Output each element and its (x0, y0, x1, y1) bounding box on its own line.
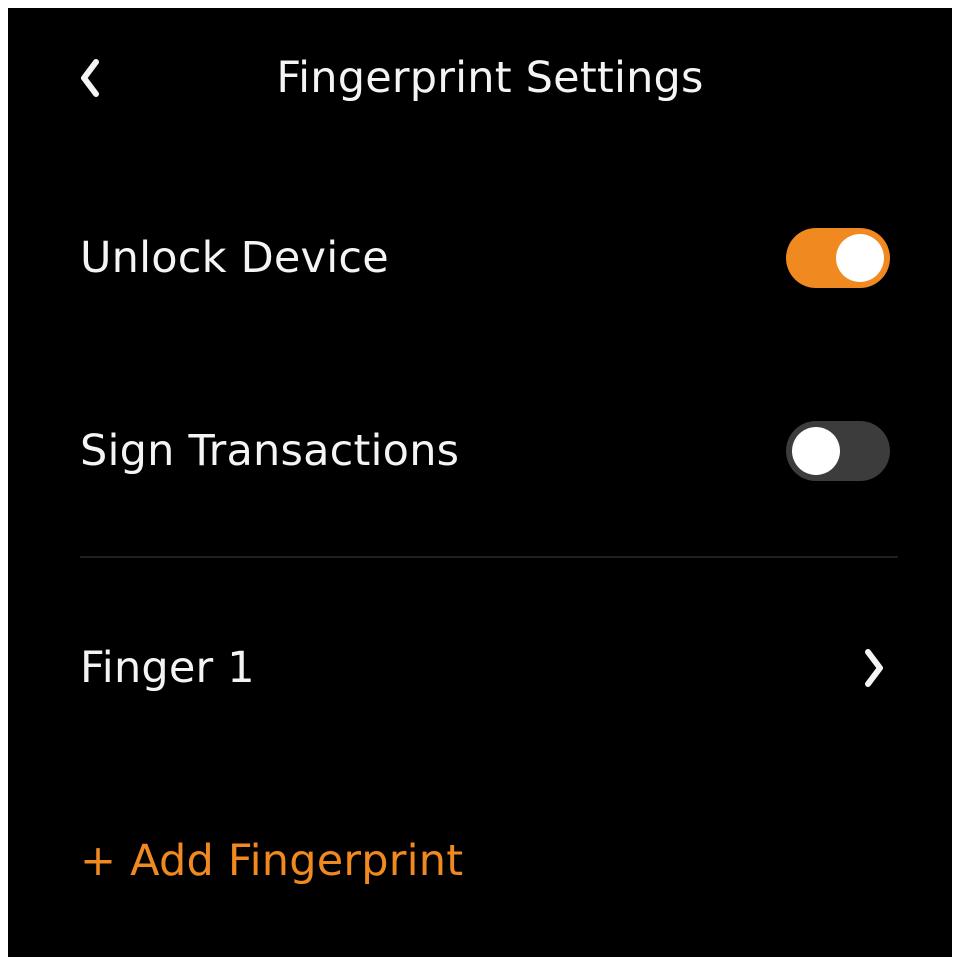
sign-transactions-toggle[interactable] (786, 421, 890, 481)
chevron-left-icon (81, 59, 99, 97)
toggle-knob (792, 427, 840, 475)
page-title: Fingerprint Settings (276, 53, 704, 103)
divider (80, 556, 898, 558)
sign-transactions-row: Sign Transactions (80, 406, 890, 496)
add-fingerprint-button[interactable]: + Add Fingerprint (80, 816, 463, 906)
fingerprint-settings-screen: Fingerprint Settings Unlock Device Sign … (8, 8, 952, 957)
unlock-device-toggle[interactable] (786, 228, 890, 288)
toggle-knob (836, 234, 884, 282)
sign-transactions-label: Sign Transactions (80, 426, 460, 476)
unlock-device-label: Unlock Device (80, 233, 389, 283)
finger-1-label: Finger 1 (80, 643, 255, 693)
finger-1-row[interactable]: Finger 1 (80, 623, 890, 713)
unlock-device-row: Unlock Device (80, 213, 890, 303)
back-button[interactable] (64, 52, 116, 104)
chevron-right-icon (854, 642, 894, 694)
header: Fingerprint Settings (8, 46, 952, 110)
